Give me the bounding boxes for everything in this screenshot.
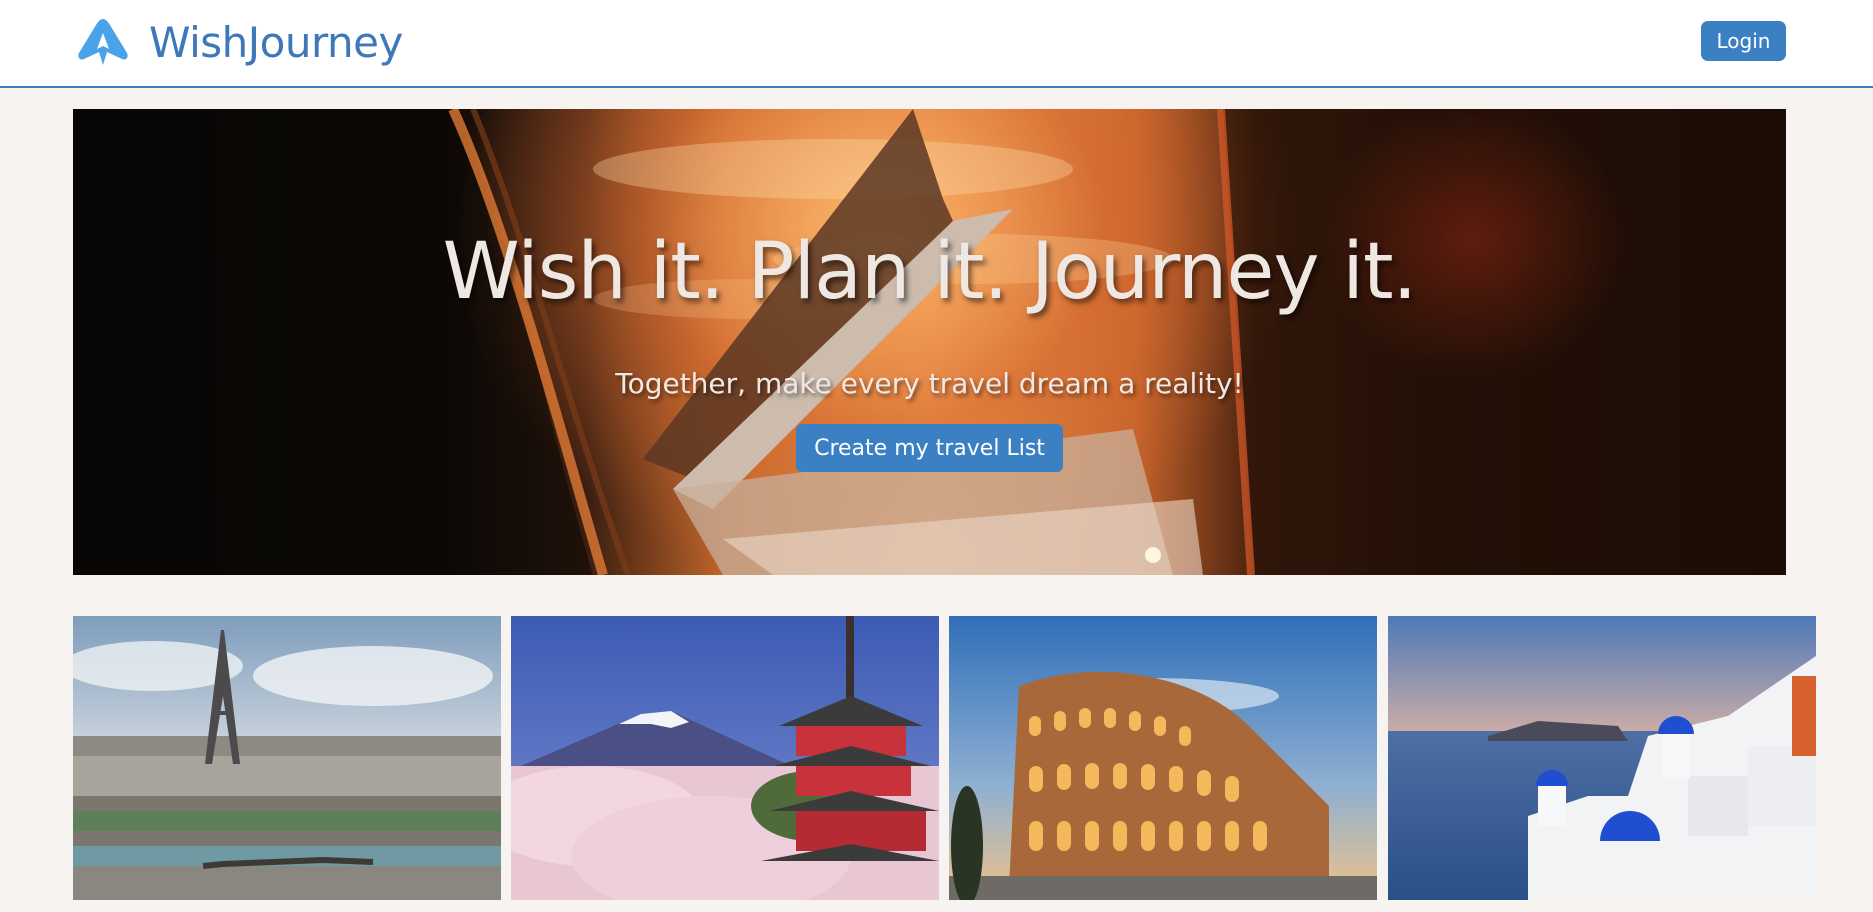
- paris-eiffel-tower-image: [73, 616, 501, 900]
- hero-title: Wish it. Plan it. Journey it.: [442, 227, 1418, 317]
- login-button[interactable]: Login: [1701, 21, 1786, 61]
- airplane-window-image: [73, 109, 1786, 575]
- destination-gallery: [73, 616, 1816, 900]
- airplane-icon: [78, 19, 128, 65]
- app-name: WishJourney: [149, 17, 403, 67]
- site-header: WishJourney Login: [0, 0, 1873, 88]
- santorini-blue-domes-image: [1388, 616, 1816, 900]
- destination-card-santorini[interactable]: [1388, 616, 1816, 900]
- hero-subtitle: Together, make every travel dream a real…: [615, 367, 1244, 400]
- logo[interactable]: WishJourney: [77, 14, 403, 70]
- destination-card-paris[interactable]: [73, 616, 501, 900]
- create-travel-list-button[interactable]: Create my travel List: [796, 424, 1063, 472]
- hero-banner: Wish it. Plan it. Journey it. Together, …: [73, 109, 1786, 575]
- rome-colosseum-image: [949, 616, 1377, 900]
- destination-card-japan[interactable]: [511, 616, 939, 900]
- japan-mount-fuji-pagoda-image: [511, 616, 939, 900]
- destination-card-rome[interactable]: [949, 616, 1377, 900]
